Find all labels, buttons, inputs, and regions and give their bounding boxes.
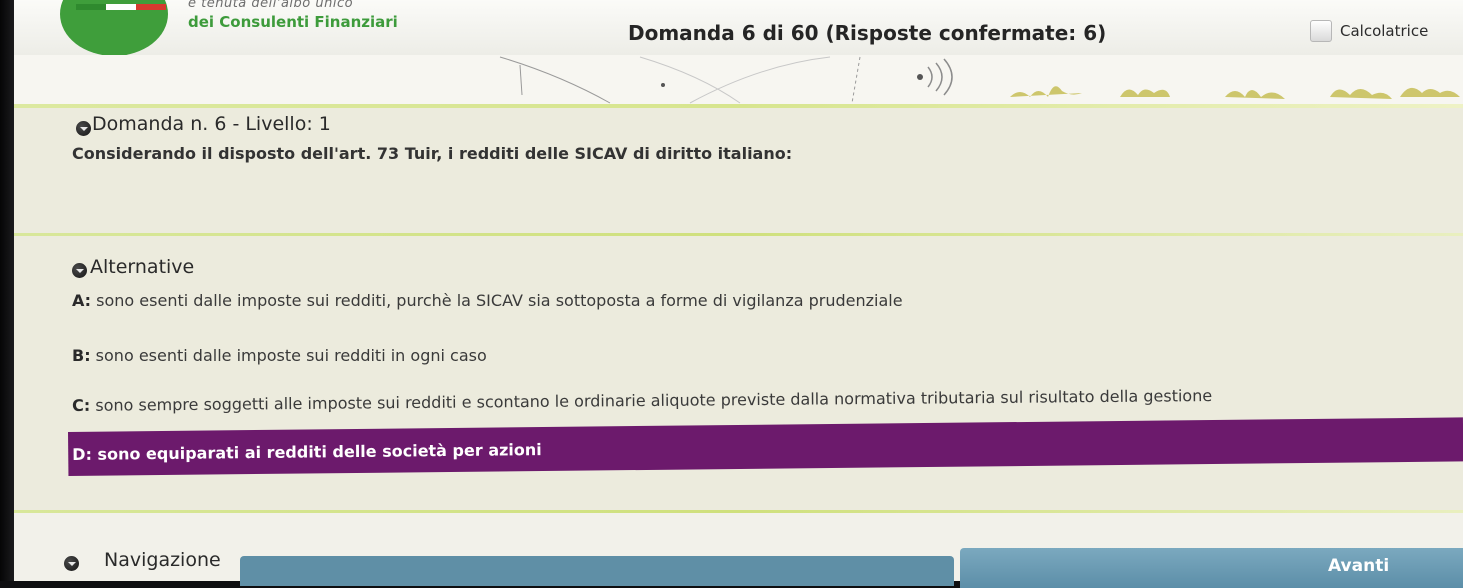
- alternatives-heading: Alternative: [90, 256, 195, 278]
- next-button[interactable]: Avanti: [960, 548, 1463, 588]
- calculator-button[interactable]: Calcolatrice: [1310, 20, 1428, 42]
- option-text: sono equiparati ai redditi delle società…: [91, 440, 542, 464]
- option-letter: A:: [72, 291, 92, 310]
- next-button-label: Avanti: [1328, 556, 1390, 576]
- exam-screen: e tenuta dell'albo unico dei Consulenti …: [0, 0, 1463, 588]
- calculator-label: Calcolatrice: [1340, 22, 1429, 40]
- option-letter: B:: [72, 346, 91, 365]
- collapse-alternatives-icon[interactable]: [72, 263, 87, 278]
- option-letter: C:: [72, 395, 91, 415]
- option-letter: D:: [72, 444, 93, 464]
- collapse-navigation-icon[interactable]: [64, 556, 79, 571]
- navigation-heading: Navigazione: [104, 549, 221, 571]
- question-heading: Domanda n. 6 - Livello: 1: [92, 113, 331, 135]
- collapse-question-icon[interactable]: [76, 121, 91, 136]
- page-title: Domanda 6 di 60 (Risposte confermate: 6): [628, 21, 1107, 45]
- logo-tagline-2: dei Consulenti Finanziari: [188, 13, 398, 31]
- calculator-icon: [1310, 20, 1332, 42]
- back-button[interactable]: [240, 556, 954, 586]
- logo-tagline-1: e tenuta dell'albo unico: [188, 0, 354, 11]
- option-text: sono esenti dalle imposte sui redditi in…: [90, 346, 487, 365]
- ocf-logo: [60, 0, 168, 56]
- question-text: Considerando il disposto dell'art. 73 Tu…: [72, 144, 793, 163]
- section-divider: [14, 510, 1463, 513]
- decorative-banner: [0, 55, 1463, 105]
- option-a[interactable]: A: sono esenti dalle imposte sui redditi…: [72, 291, 903, 310]
- monitor-bezel: [0, 0, 14, 581]
- banner-art: [499, 56, 1460, 104]
- option-b[interactable]: B: sono esenti dalle imposte sui redditi…: [72, 346, 487, 365]
- header: e tenuta dell'albo unico dei Consulenti …: [0, 0, 1463, 58]
- option-text: sono esenti dalle imposte sui redditi, p…: [91, 291, 903, 310]
